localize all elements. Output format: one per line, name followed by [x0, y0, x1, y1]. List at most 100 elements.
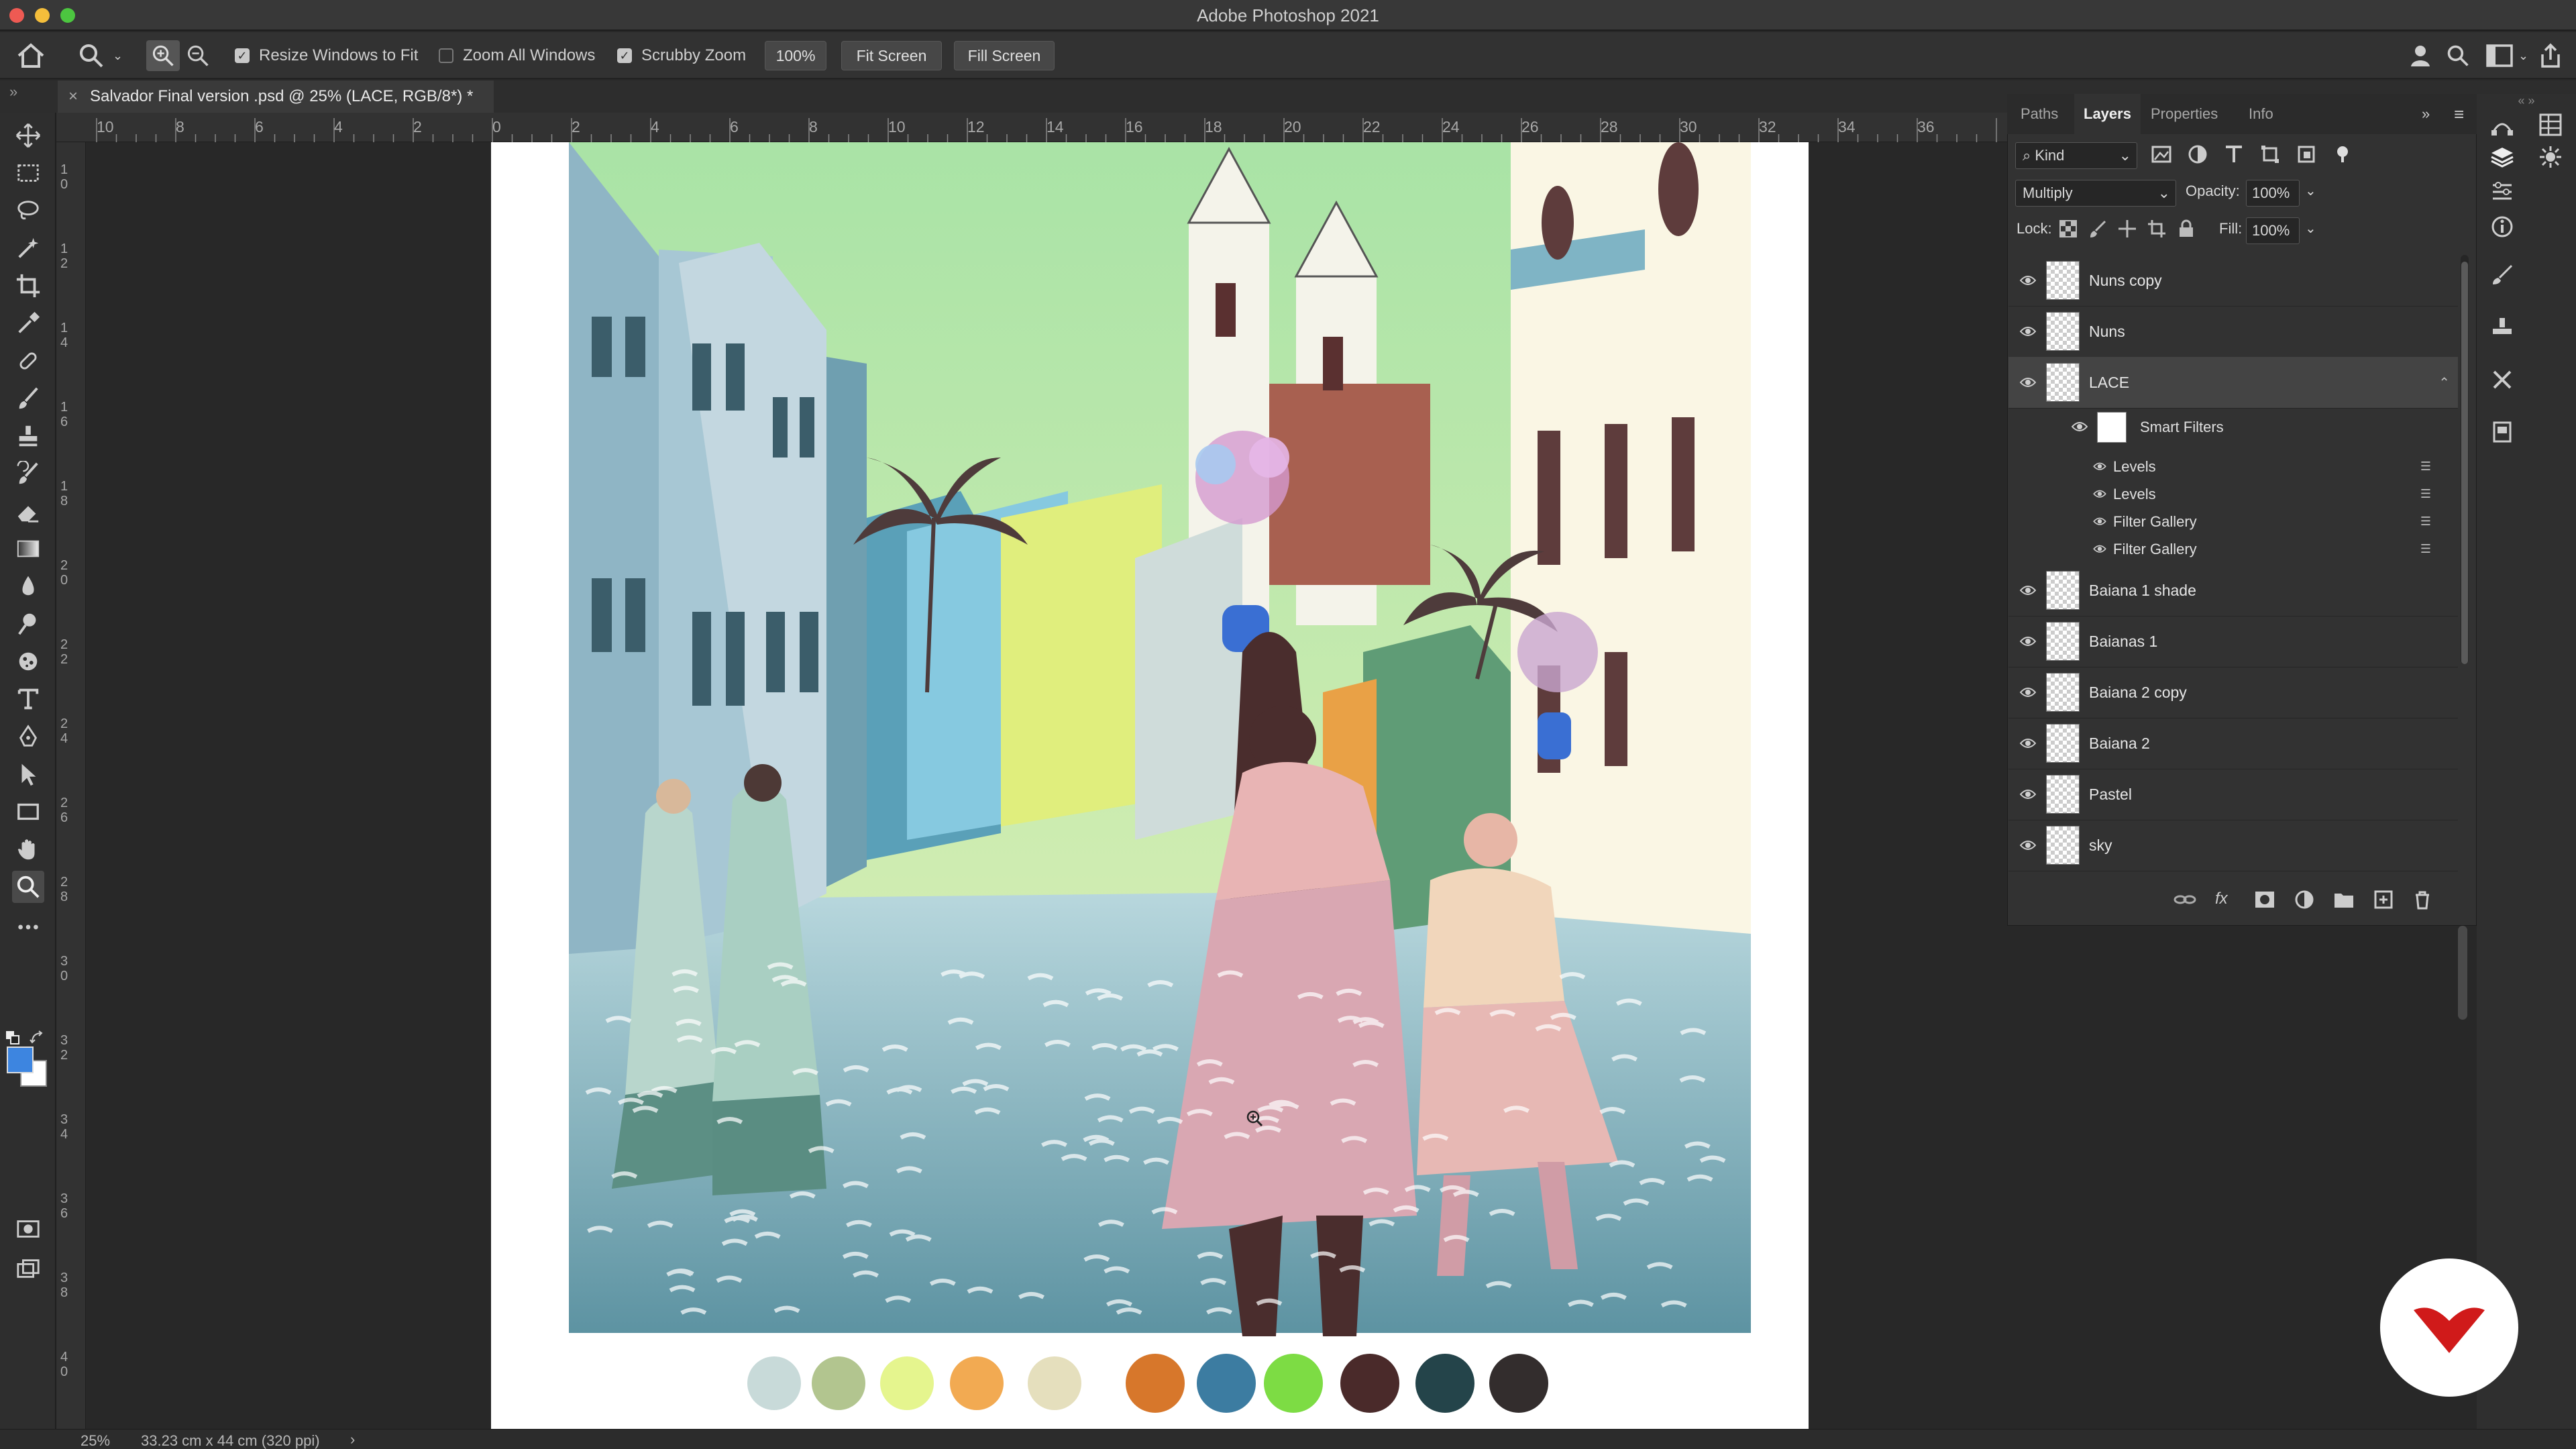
tab-properties[interactable]: Properties: [2151, 94, 2218, 134]
adjustment-filter-icon[interactable]: [2187, 144, 2208, 165]
visibility-eye-icon[interactable]: [2018, 738, 2038, 749]
new-group-icon[interactable]: [2333, 890, 2355, 910]
zoom-percent-field[interactable]: 100%: [765, 41, 826, 70]
scrubby-zoom-checkbox[interactable]: ✓ Scrubby Zoom: [617, 32, 746, 79]
layer-row[interactable]: Nuns copy: [2008, 255, 2458, 307]
visibility-eye-icon[interactable]: [2018, 585, 2038, 596]
type-tool-icon[interactable]: [12, 683, 44, 715]
share-person-icon[interactable]: [2408, 32, 2435, 79]
visibility-eye-icon[interactable]: [2093, 460, 2106, 474]
foreground-color-swatch[interactable]: [7, 1046, 34, 1073]
lock-brush-icon[interactable]: [2088, 219, 2108, 239]
move-tool-icon[interactable]: [12, 119, 44, 152]
layers-scrollbar[interactable]: [2461, 255, 2469, 664]
smart-filters-row[interactable]: Smart Filters: [2071, 411, 2442, 444]
screen-mode-icon[interactable]: [12, 1253, 44, 1285]
gradient-tool-icon[interactable]: [12, 533, 44, 565]
clone-stamp-tool-icon[interactable]: [12, 420, 44, 452]
visibility-eye-icon[interactable]: [2093, 515, 2106, 529]
dodge-tool-icon[interactable]: [12, 608, 44, 640]
paths-panel-icon[interactable]: [2490, 113, 2514, 137]
sun-panel-icon[interactable]: [2538, 145, 2563, 169]
default-colors-icon[interactable]: [5, 1030, 20, 1045]
fill-chevron-icon[interactable]: ⌄: [2305, 220, 2316, 237]
more-tools-icon[interactable]: [12, 911, 44, 943]
filter-options-icon[interactable]: ☰: [2420, 487, 2431, 501]
filter-options-icon[interactable]: ☰: [2420, 460, 2431, 474]
visibility-eye-icon[interactable]: [2018, 840, 2038, 851]
collapse-dock-icon[interactable]: « »: [2482, 94, 2571, 114]
fill-field[interactable]: 100%: [2246, 217, 2300, 244]
layer-row[interactable]: Baianas 1: [2008, 616, 2458, 667]
opacity-chevron-icon[interactable]: ⌄: [2305, 182, 2316, 199]
workspace-icon[interactable]: ⌄: [2486, 32, 2528, 79]
blend-mode-select[interactable]: Multiply ⌄: [2015, 180, 2176, 207]
layer-row[interactable]: Nuns: [2008, 306, 2458, 358]
layer-row[interactable]: Pastel: [2008, 769, 2458, 820]
type-filter-icon[interactable]: [2223, 144, 2245, 165]
document-tab[interactable]: × Salvador Final version .psd @ 25% (LAC…: [58, 80, 494, 113]
visibility-eye-icon[interactable]: [2093, 542, 2106, 556]
filter-toggle-icon[interactable]: [2332, 144, 2353, 165]
hand-tool-icon[interactable]: [12, 833, 44, 865]
blur-tool-icon[interactable]: [12, 570, 44, 602]
swap-colors-icon[interactable]: [30, 1030, 44, 1045]
rectangle-tool-icon[interactable]: [12, 796, 44, 828]
visibility-eye-icon[interactable]: [2018, 275, 2038, 286]
zoom-all-windows-checkbox[interactable]: Zoom All Windows: [439, 32, 595, 79]
new-layer-icon[interactable]: [2373, 890, 2394, 910]
brush-tool-icon[interactable]: [12, 382, 44, 415]
history-panel-icon[interactable]: [2490, 420, 2514, 444]
history-brush-tool-icon[interactable]: [12, 458, 44, 490]
tab-layers[interactable]: Layers: [2074, 94, 2141, 134]
visibility-eye-icon[interactable]: [2018, 687, 2038, 698]
close-tab-icon[interactable]: ×: [68, 87, 78, 106]
healing-brush-tool-icon[interactable]: [12, 345, 44, 377]
pen-tool-icon[interactable]: [12, 720, 44, 753]
visibility-eye-icon[interactable]: [2093, 487, 2106, 501]
opacity-field[interactable]: 100%: [2246, 180, 2300, 207]
filter-options-icon[interactable]: ☰: [2420, 542, 2431, 556]
table-panel-icon[interactable]: [2538, 113, 2563, 137]
smart-object-filter-icon[interactable]: [2296, 144, 2317, 165]
brush-settings-icon[interactable]: [2490, 263, 2514, 287]
sponge-tool-icon[interactable]: [12, 645, 44, 678]
layer-row[interactable]: Baiana 2 copy: [2008, 667, 2458, 718]
document-canvas[interactable]: [491, 142, 1809, 1429]
filter-kind-select[interactable]: ⌕ Kind ⌄: [2015, 142, 2137, 169]
canvas-vertical-scroll-thumb[interactable]: [2458, 926, 2467, 1020]
visibility-eye-icon[interactable]: [2018, 789, 2038, 800]
zoom-tool-icon[interactable]: [12, 871, 44, 903]
shape-filter-icon[interactable]: [2259, 144, 2281, 165]
smart-filter-item[interactable]: Levels ☰: [2092, 480, 2454, 508]
filter-options-icon[interactable]: ☰: [2420, 515, 2431, 529]
export-share-icon[interactable]: [2538, 32, 2563, 79]
layer-row[interactable]: Baiana 1 shade: [2008, 565, 2458, 616]
lock-all-icon[interactable]: [2176, 219, 2196, 239]
tab-paths[interactable]: Paths: [2021, 94, 2058, 134]
magic-wand-tool-icon[interactable]: [12, 232, 44, 264]
visibility-eye-icon[interactable]: [2018, 377, 2038, 388]
smart-filter-item[interactable]: Levels ☰: [2092, 453, 2454, 480]
status-zoom[interactable]: 25%: [80, 1432, 110, 1449]
delete-layer-icon[interactable]: [2412, 890, 2432, 910]
search-icon[interactable]: [2446, 32, 2470, 79]
clone-source-icon[interactable]: [2490, 315, 2514, 339]
visibility-eye-icon[interactable]: [2018, 326, 2038, 337]
info-panel-icon[interactable]: [2490, 215, 2514, 239]
quick-mask-icon[interactable]: [12, 1213, 44, 1245]
smart-filter-item[interactable]: Filter Gallery ☰: [2092, 535, 2454, 563]
panel-menu-icon[interactable]: ≡: [2454, 94, 2464, 134]
layers-panel-icon[interactable]: [2490, 145, 2514, 169]
lock-artboard-icon[interactable]: [2147, 219, 2167, 239]
layer-row[interactable]: sky: [2008, 820, 2458, 871]
add-mask-icon[interactable]: [2254, 890, 2275, 910]
path-selection-tool-icon[interactable]: [12, 758, 44, 790]
marquee-tool-icon[interactable]: [12, 157, 44, 189]
crop-tool-icon[interactable]: [12, 270, 44, 302]
filter-mask-thumbnail[interactable]: [2097, 412, 2127, 443]
lasso-tool-icon[interactable]: [12, 195, 44, 227]
layer-row[interactable]: Baiana 2: [2008, 718, 2458, 769]
tab-info[interactable]: Info: [2249, 94, 2273, 134]
layer-row[interactable]: LACE ⌃: [2008, 357, 2458, 409]
